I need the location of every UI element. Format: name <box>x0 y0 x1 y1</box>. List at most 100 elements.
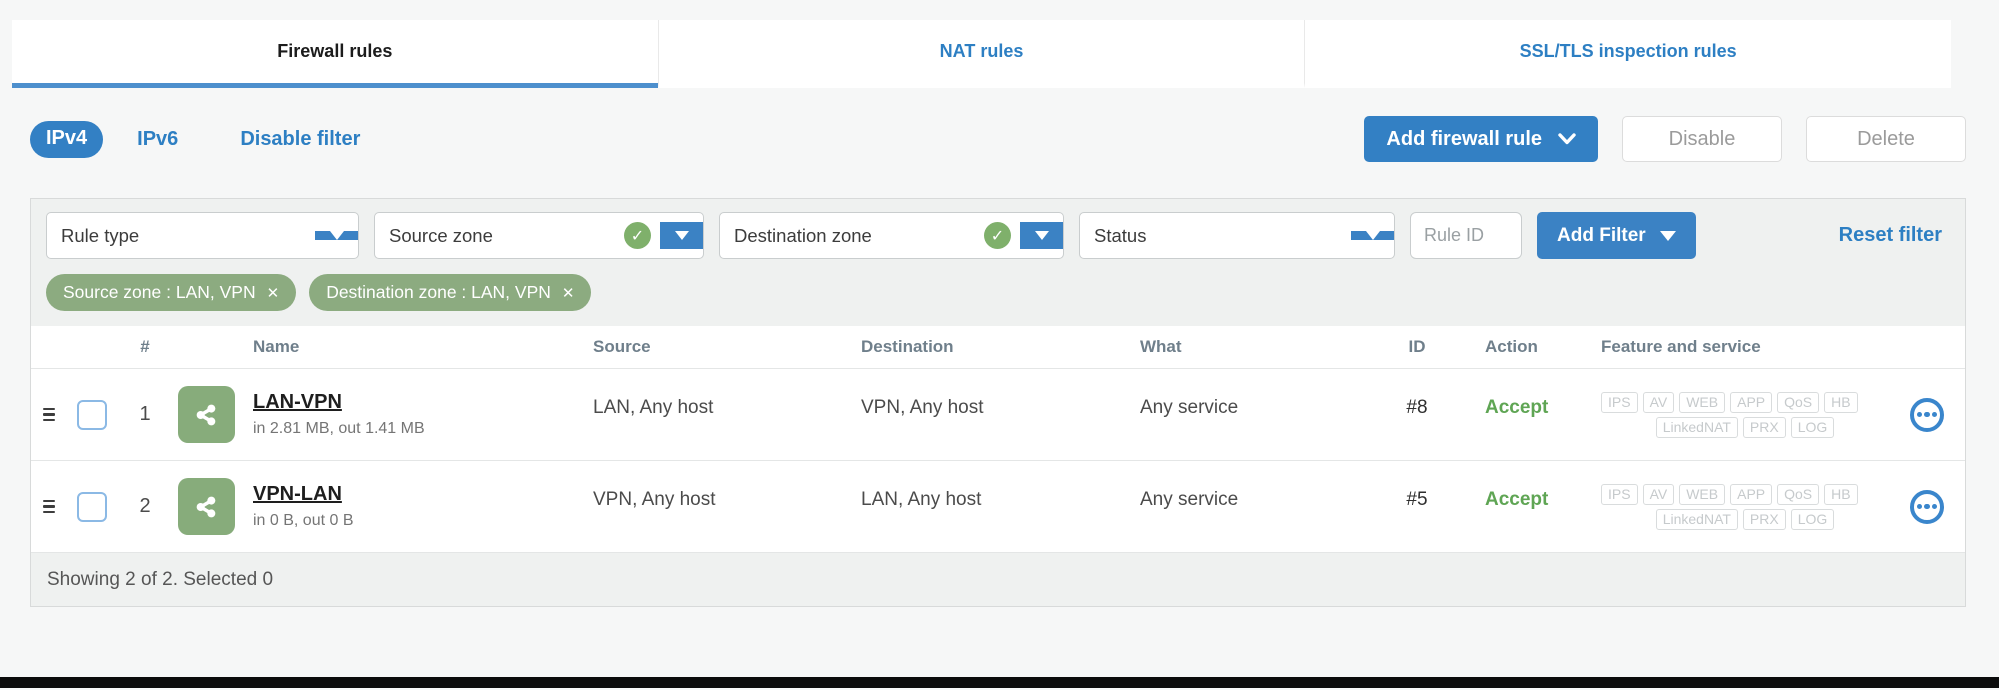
header-number: # <box>117 337 173 357</box>
caret-down-icon[interactable] <box>315 231 358 240</box>
rule-type-select[interactable]: Rule type <box>46 212 359 259</box>
row-checkbox[interactable] <box>77 400 107 430</box>
status-select[interactable]: Status <box>1079 212 1395 259</box>
tab-ssl-tls-inspection-rules[interactable]: SSL/TLS inspection rules <box>1304 20 1951 88</box>
rule-id: #5 <box>1369 489 1465 525</box>
filter-applied-check-icon: ✓ <box>984 222 1011 249</box>
source-zone-select-label: Source zone <box>375 225 493 247</box>
feature-badge: QoS <box>1777 392 1819 413</box>
feature-badge: LinkedNAT <box>1656 509 1738 530</box>
feature-badge: AV <box>1643 484 1675 505</box>
table-header: # Name Source Destination What ID Action… <box>31 326 1965 369</box>
rule-what: Any service <box>1115 397 1369 433</box>
add-filter-button[interactable]: Add Filter <box>1537 212 1696 259</box>
rules-tabbar: Firewall rules NAT rules SSL/TLS inspect… <box>12 20 1951 88</box>
feature-badge: AV <box>1643 392 1675 413</box>
header-action: Action <box>1465 337 1581 357</box>
drag-handle-icon[interactable] <box>43 500 55 514</box>
reset-filter-link[interactable]: Reset filter <box>1839 224 1942 247</box>
destination-zone-select[interactable]: Destination zone ✓ <box>719 212 1064 259</box>
row-number: 1 <box>117 403 173 426</box>
filter-section: Rule type Source zone ✓ Destination zone… <box>31 199 1965 326</box>
filter-row: Rule type Source zone ✓ Destination zone… <box>46 212 1950 259</box>
drag-handle-icon[interactable] <box>43 408 55 422</box>
rule-name-cell: LAN-VPN in 2.81 MB, out 1.41 MB <box>239 391 575 438</box>
chip-label: Destination zone : LAN, VPN <box>326 282 551 303</box>
rule-traffic-stats: in 2.81 MB, out 1.41 MB <box>253 420 575 438</box>
destination-zone-filter-chip: Destination zone : LAN, VPN ✕ <box>309 274 591 311</box>
table-footer: Showing 2 of 2. Selected 0 <box>31 553 1965 606</box>
tab-nat-rules[interactable]: NAT rules <box>658 20 1305 88</box>
header-name: Name <box>239 337 575 357</box>
filter-applied-check-icon: ✓ <box>624 222 651 249</box>
rule-action: Accept <box>1465 397 1581 433</box>
disable-filter-link[interactable]: Disable filter <box>240 128 360 151</box>
header-what: What <box>1115 337 1369 357</box>
feature-badge: WEB <box>1679 392 1725 413</box>
feature-badge: APP <box>1730 392 1772 413</box>
tab-firewall-rules[interactable]: Firewall rules <box>12 20 658 88</box>
source-zone-select[interactable]: Source zone ✓ <box>374 212 704 259</box>
feature-and-service-badges: IPSAVWEBAPPQoSHB LinkedNATPRXLOG <box>1581 392 1889 438</box>
rule-name-link[interactable]: LAN-VPN <box>253 391 575 414</box>
showing-summary: Showing 2 of 2. Selected 0 <box>47 569 273 591</box>
caret-down-icon[interactable] <box>1020 222 1063 249</box>
feature-badge: LOG <box>1791 509 1835 530</box>
disable-button[interactable]: Disable <box>1622 116 1782 162</box>
header-id: ID <box>1369 337 1465 357</box>
feature-badge: PRX <box>1743 417 1786 438</box>
toolbar-actions: Add firewall rule Disable Delete <box>1364 116 1966 162</box>
destination-zone-select-label: Destination zone <box>720 225 872 247</box>
feature-badge: QoS <box>1777 484 1819 505</box>
feature-badge: PRX <box>1743 509 1786 530</box>
feature-badge: IPS <box>1601 484 1638 505</box>
caret-down-icon[interactable] <box>660 222 703 249</box>
remove-chip-icon[interactable]: ✕ <box>267 284 280 302</box>
row-number: 2 <box>117 495 173 518</box>
source-zone-filter-chip: Source zone : LAN, VPN ✕ <box>46 274 296 311</box>
feature-badge: HB <box>1824 484 1857 505</box>
window-bottom-edge <box>0 677 1999 688</box>
rule-id: #8 <box>1369 397 1465 433</box>
feature-badge: HB <box>1824 392 1857 413</box>
rule-name-link[interactable]: VPN-LAN <box>253 483 575 506</box>
row-checkbox[interactable] <box>77 492 107 522</box>
rule-what: Any service <box>1115 489 1369 525</box>
row-menu-button[interactable] <box>1910 490 1944 524</box>
feature-badge: APP <box>1730 484 1772 505</box>
table-row: 1 LAN-VPN in 2.81 MB, out 1.41 MB LAN, A… <box>31 369 1965 461</box>
chevron-down-icon <box>1558 133 1576 145</box>
rule-id-input[interactable] <box>1410 212 1522 259</box>
toolbar: IPv4 IPv6 Disable filter Add firewall ru… <box>30 116 1966 162</box>
chip-label: Source zone : LAN, VPN <box>63 282 256 303</box>
feature-badge: LinkedNAT <box>1656 417 1738 438</box>
firewall-rules-panel: Rule type Source zone ✓ Destination zone… <box>30 198 1966 607</box>
ipv4-toggle[interactable]: IPv4 <box>30 121 103 158</box>
rule-destination: LAN, Any host <box>839 489 1115 525</box>
traffic-share-icon <box>178 386 235 443</box>
rule-source: VPN, Any host <box>575 489 839 525</box>
remove-chip-icon[interactable]: ✕ <box>562 284 575 302</box>
feature-badge: WEB <box>1679 484 1725 505</box>
rule-action: Accept <box>1465 489 1581 525</box>
delete-button[interactable]: Delete <box>1806 116 1966 162</box>
status-select-label: Status <box>1080 225 1146 247</box>
ipv6-toggle[interactable]: IPv6 <box>137 128 178 151</box>
feature-and-service-badges: IPSAVWEBAPPQoSHB LinkedNATPRXLOG <box>1581 484 1889 530</box>
header-feature-and-service: Feature and service <box>1581 337 1889 357</box>
feature-badge: LOG <box>1791 417 1835 438</box>
rule-destination: VPN, Any host <box>839 397 1115 433</box>
caret-down-icon[interactable] <box>1351 231 1394 240</box>
add-firewall-rule-button[interactable]: Add firewall rule <box>1364 116 1598 162</box>
add-firewall-rule-label: Add firewall rule <box>1386 128 1542 151</box>
header-destination: Destination <box>839 337 1115 357</box>
header-source: Source <box>575 337 839 357</box>
row-menu-button[interactable] <box>1910 398 1944 432</box>
rule-type-select-label: Rule type <box>47 225 139 247</box>
rule-name-cell: VPN-LAN in 0 B, out 0 B <box>239 483 575 530</box>
feature-badge: IPS <box>1601 392 1638 413</box>
caret-down-icon <box>1660 231 1676 241</box>
active-filter-chips: Source zone : LAN, VPN ✕ Destination zon… <box>46 274 1950 311</box>
rule-source: LAN, Any host <box>575 397 839 433</box>
rule-traffic-stats: in 0 B, out 0 B <box>253 512 575 530</box>
